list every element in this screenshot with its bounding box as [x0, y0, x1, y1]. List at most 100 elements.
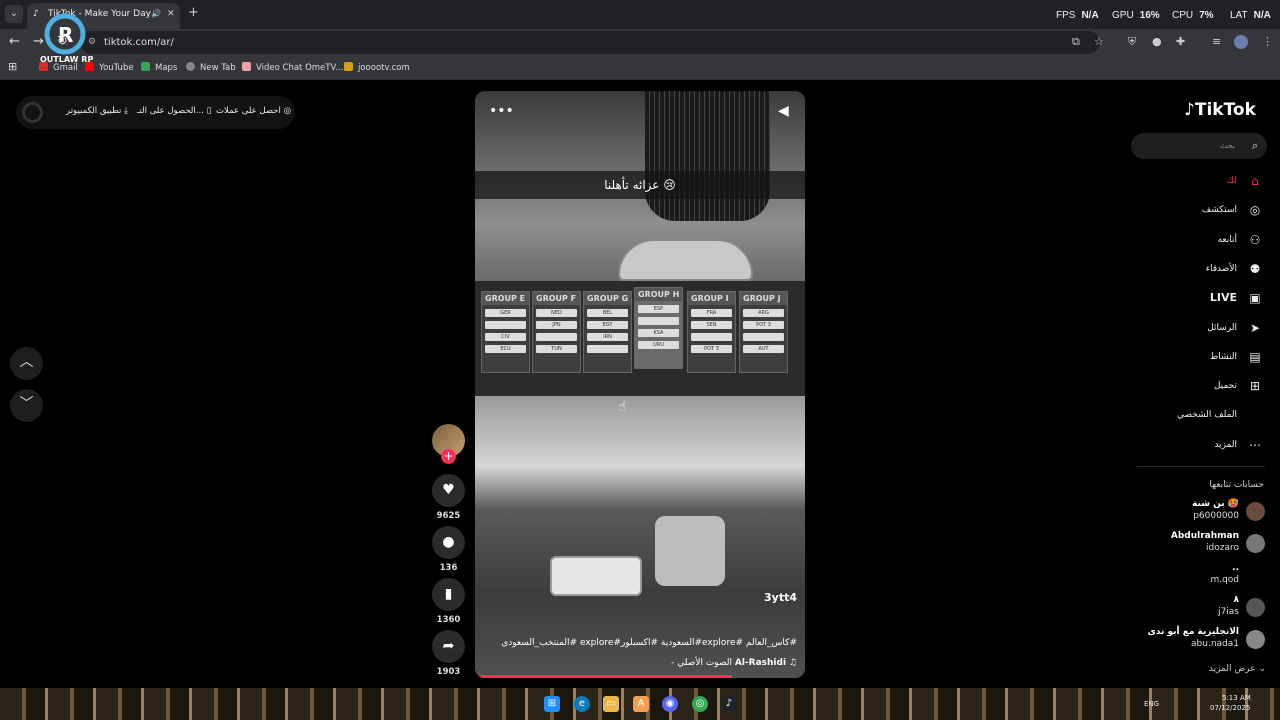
- next-video-button[interactable]: ﹀: [10, 389, 43, 422]
- file-explorer-icon[interactable]: ▭: [603, 696, 619, 712]
- sidebar-nav-item[interactable]: النشاط ▤: [1150, 346, 1265, 368]
- group-board: GROUP E GER CIV ECU GROUP F NED JPN TUN GROUP G B…: [475, 281, 805, 396]
- video-author-handle[interactable]: 3ytt4: [764, 591, 797, 604]
- speaker-icon[interactable]: 🔊: [151, 3, 161, 25]
- search-input[interactable]: بحث ⌕: [1131, 133, 1267, 159]
- bookmark-new-tab[interactable]: New Tab: [186, 62, 236, 73]
- volume-icon[interactable]: ◀: [778, 103, 789, 119]
- bookmark-ometv[interactable]: Video Chat OmeTV...: [242, 62, 343, 73]
- tiktok-taskbar-icon[interactable]: ♪: [721, 696, 737, 712]
- menu-icon[interactable]: ⋮: [1262, 35, 1273, 48]
- sidebar-nav-item[interactable]: LIVE ▣: [1150, 287, 1265, 309]
- account-handle: abu.nada1: [1191, 639, 1239, 649]
- profile-avatar[interactable]: [1234, 35, 1248, 49]
- followed-account[interactable]: ٨ j7ias: [1130, 594, 1267, 622]
- address-bar[interactable]: ⚙ tiktok.com/ar/: [80, 31, 1100, 54]
- star-icon[interactable]: ☆: [1094, 35, 1104, 48]
- svg-text:R: R: [58, 23, 73, 47]
- group-team: TUN: [536, 345, 577, 353]
- account-name: ..: [1232, 563, 1239, 573]
- suit-figure: [645, 91, 770, 221]
- followed-account[interactable]: الانجليزية مع أبو ندى abu.nada1: [1130, 626, 1267, 654]
- save-button[interactable]: ▮: [432, 578, 465, 611]
- get-coins-link[interactable]: احصل على عملات ◎: [216, 106, 291, 116]
- account-handle: p6000000: [1193, 511, 1239, 521]
- install-icon[interactable]: ⧉: [1072, 35, 1080, 49]
- video-music[interactable]: ♫ Al-Rashidi الصوت الأصلي -: [671, 658, 797, 668]
- desktop-app-link[interactable]: تطبيق الكمبيوتر ⤓: [66, 106, 128, 116]
- video-progress-bar[interactable]: [475, 675, 733, 678]
- sidebar-nav-item[interactable]: لك ⌂: [1150, 170, 1265, 192]
- shield-icon[interactable]: ⛨: [1128, 35, 1136, 49]
- previous-video-button[interactable]: ︿: [10, 347, 43, 380]
- account-avatar: [1246, 598, 1265, 617]
- group-team: JPN: [536, 321, 577, 329]
- windows-start-icon[interactable]: ⊞: [544, 696, 560, 712]
- download-icon: ⤓: [124, 106, 128, 116]
- cups-object: [655, 516, 725, 586]
- sidebar-nav-item[interactable]: الرسائل ➤: [1150, 317, 1265, 339]
- see-more-link[interactable]: عرض المزيد ⌄: [1209, 664, 1266, 674]
- tiktok-note-icon: ♪: [1184, 100, 1195, 120]
- upload-icon: ⊞: [1249, 379, 1261, 394]
- follow-button[interactable]: +: [441, 449, 456, 464]
- more-icon: ⋯: [1249, 437, 1261, 452]
- clock-date[interactable]: 07/12/2025: [1210, 704, 1250, 712]
- sidebar-nav-item[interactable]: الملف الشخصي: [1150, 404, 1265, 426]
- followed-account[interactable]: .. m.qod: [1130, 562, 1267, 590]
- fps-readout: FPS N/A: [1056, 10, 1099, 21]
- sidebar-nav-item[interactable]: تحميل ⊞: [1150, 375, 1265, 397]
- edge-icon[interactable]: e: [574, 696, 590, 712]
- followed-account[interactable]: Abdulrahman idozaro: [1130, 530, 1267, 558]
- logo-text: OUTLAW RP: [40, 55, 94, 64]
- back-arrow-icon[interactable]: ←: [9, 34, 20, 49]
- app-icon[interactable]: A: [633, 696, 649, 712]
- sidebar-nav-label: LIVE: [1209, 291, 1237, 305]
- toolbar: ← → ↻ ⚙ tiktok.com/ar/ ⧉ ☆ ⛨ ● ✚ ≡ ⋮: [0, 29, 1280, 56]
- tiktok-logo[interactable]: ♪TikTok: [1184, 100, 1256, 120]
- share-button[interactable]: ➦: [432, 630, 465, 663]
- comment-button[interactable]: ●: [432, 526, 465, 559]
- sidebar-nav-label: الأصدقاء: [1205, 263, 1237, 274]
- account-name: بن شنة 🥵: [1192, 499, 1239, 509]
- close-icon[interactable]: ✕: [167, 3, 175, 25]
- bookmark-maps[interactable]: Maps: [141, 62, 177, 73]
- chrome-icon[interactable]: ◎: [692, 696, 708, 712]
- media-icon[interactable]: ≡: [1212, 35, 1221, 48]
- video-frame-bottom: [475, 396, 805, 678]
- group-team: AUT: [743, 345, 784, 353]
- group-team: ESP: [638, 305, 679, 313]
- group-label: GROUP J: [740, 292, 787, 305]
- apps-grid-icon[interactable]: ⊞: [8, 60, 17, 73]
- extension-icon[interactable]: ●: [1152, 35, 1162, 48]
- top-action-bar: تطبيق الكمبيوتر ⤓ الحصول على التـ... ▯ ا…: [16, 96, 295, 129]
- share-count: 1903: [436, 667, 461, 677]
- discord-icon[interactable]: ◉: [662, 696, 678, 712]
- bookmark-jooootv[interactable]: jooootv.com: [344, 62, 410, 73]
- new-tab-button[interactable]: +: [188, 5, 199, 20]
- sidebar-nav-item[interactable]: الأصدقاء ⚉: [1150, 258, 1265, 280]
- group-team: GER: [485, 309, 526, 317]
- clock-time[interactable]: 5:13 AM: [1222, 694, 1251, 702]
- search-icon[interactable]: ⌕: [1252, 133, 1258, 159]
- language-indicator[interactable]: ENG: [1144, 700, 1159, 708]
- followed-account[interactable]: بن شنة 🥵 p6000000: [1130, 498, 1267, 526]
- more-options-icon[interactable]: •••: [489, 103, 514, 119]
- like-button[interactable]: ♥: [432, 474, 465, 507]
- group-team: BEL: [587, 309, 628, 317]
- tab-search-button[interactable]: ⌄: [5, 5, 23, 23]
- heart-icon: ♥: [442, 482, 455, 498]
- sidebar-nav-label: أتابعه: [1217, 234, 1237, 245]
- puzzle-icon[interactable]: ✚: [1176, 35, 1185, 48]
- windows-taskbar: ⊞ e ▭ A ◉ ◎ ♪ ENG 5:13 AM 07/12/2025: [0, 688, 1280, 720]
- sidebar-nav-item[interactable]: المزيد ⋯: [1150, 434, 1265, 456]
- group-label: GROUP E: [482, 292, 529, 305]
- video-description[interactable]: #كاس_العالم #explore#السعودية #اكسبلور#e…: [501, 638, 797, 648]
- following-header: حسابات تتابعها: [1209, 480, 1264, 490]
- friends-icon: ⚉: [1249, 261, 1261, 276]
- sidebar-nav-item[interactable]: أتابعه ⚇: [1150, 229, 1265, 251]
- video-player[interactable]: عزائه تأهلنا 😢 GROUP E GER CIV ECU GROUP F NE…: [475, 91, 805, 678]
- sidebar-nav-item[interactable]: استكشف ◎: [1150, 199, 1265, 221]
- url-text: tiktok.com/ar/: [104, 37, 174, 48]
- get-app-link[interactable]: الحصول على التـ... ▯: [137, 106, 211, 116]
